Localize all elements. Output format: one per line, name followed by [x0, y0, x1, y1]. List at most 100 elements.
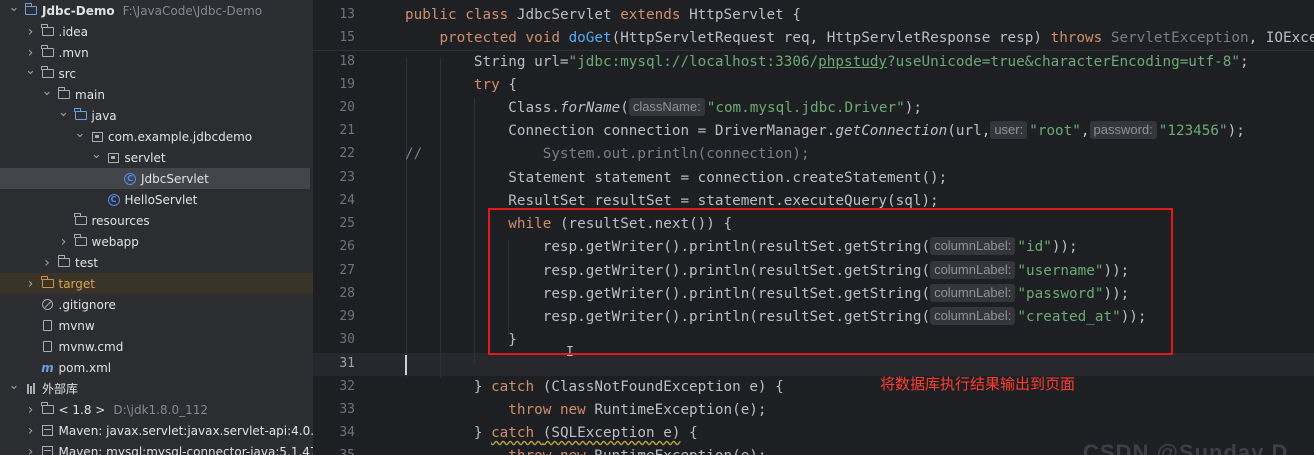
tree-item[interactable]: ›CJdbcServlet	[0, 168, 310, 189]
line-number: 31	[339, 356, 355, 371]
folder-icon	[57, 87, 71, 101]
line-number: 34	[339, 425, 355, 440]
code-line-13[interactable]: public class JdbcServlet extends HttpSer…	[405, 4, 801, 27]
tree-item-path: D:\jdk1.8.0_112	[113, 402, 208, 417]
code-line-20[interactable]: Class.forName(className: "com.mysql.jdbc.…	[405, 97, 922, 120]
line-number: 22	[339, 146, 355, 161]
parameter-hint: password:	[1089, 121, 1157, 139]
line-number: 35	[313, 448, 355, 455]
tree-item[interactable]: ⌄ Jdbc-Demo F:\JavaCode\Jdbc-Demo	[0, 0, 313, 21]
tree-item-label: com.example.jdbcdemo	[108, 129, 253, 144]
chevron-down-icon[interactable]: ⌄	[25, 63, 37, 78]
tree-item[interactable]: ›.gitignore	[0, 294, 313, 315]
chevron-right-icon[interactable]: ›	[25, 444, 37, 455]
ide-window: ⌄ Jdbc-Demo F:\JavaCode\Jdbc-Demo › .idea › .m…	[0, 0, 1314, 455]
tree-item[interactable]: › .mvn	[0, 42, 313, 63]
tree-item[interactable]: › < 1.8 > D:\jdk1.8.0_112	[0, 399, 313, 420]
tree-item-label: mvnw	[58, 318, 95, 333]
code-line-32[interactable]: } catch (ClassNotFoundException e) {	[405, 376, 784, 399]
line-number: 28	[339, 286, 355, 301]
tree-item[interactable]: ⌄ 外部库	[0, 378, 313, 399]
tree-item[interactable]: ⌄ com.example.jdbcdemo	[0, 126, 313, 147]
jar-icon	[41, 425, 55, 437]
tree-item-label: pom.xml	[58, 360, 112, 375]
code-line-15[interactable]: protected void doGet(HttpServletRequest …	[405, 27, 1314, 50]
line-number: 24	[339, 193, 355, 208]
text-caret	[405, 355, 407, 375]
tree-item[interactable]: ⌄ main	[0, 84, 313, 105]
tree-item-label: Jdbc-Demo	[42, 3, 115, 18]
tree-item[interactable]: ›mvnw	[0, 315, 313, 336]
tree-item[interactable]: ›CHelloServlet	[0, 189, 313, 210]
file-icon	[41, 320, 55, 332]
chevron-down-icon[interactable]: ⌄	[8, 378, 20, 393]
tree-item-label: webapp	[91, 234, 139, 249]
folder-icon	[41, 66, 55, 80]
chevron-down-icon[interactable]: ⌄	[41, 84, 53, 99]
jdk-folder-icon	[41, 402, 55, 416]
folder-icon	[41, 45, 55, 59]
tree-item[interactable]: ⌄ java	[0, 105, 313, 126]
tree-item[interactable]: ›resources	[0, 210, 313, 231]
tree-item-label: resources	[91, 213, 150, 228]
tree-item[interactable]: ⌄ servlet	[0, 147, 313, 168]
tree-item-label: src	[58, 66, 77, 81]
tree-item-label: .gitignore	[58, 297, 116, 312]
tree-item[interactable]: › Maven: javax.servlet:javax.servlet-api:…	[0, 420, 313, 441]
code-line-21[interactable]: Connection connection = DriverManager.ge…	[405, 120, 1245, 143]
line-number: 33	[339, 402, 355, 417]
code-line-22[interactable]: // System.out.println(connection);	[405, 143, 810, 166]
package-icon	[107, 152, 121, 164]
tree-item[interactable]: ⌄ src	[0, 63, 313, 84]
annotation-text: 将数据库执行结果输出到页面	[880, 375, 1076, 393]
chevron-right-icon[interactable]: ›	[25, 45, 37, 61]
chevron-right-icon[interactable]: ›	[25, 423, 37, 439]
tree-item-label: java	[91, 108, 117, 123]
tree-item-label: JdbcServlet	[141, 171, 209, 186]
excluded-folder-icon	[41, 276, 55, 290]
code-line-33[interactable]: throw new RuntimeException(e);	[405, 399, 766, 422]
tree-item-label: mvnw.cmd	[58, 339, 124, 354]
line-number: 26	[339, 239, 355, 254]
chevron-down-icon[interactable]: ⌄	[74, 126, 86, 141]
chevron-down-icon[interactable]: ⌄	[8, 0, 20, 15]
chevron-right-icon[interactable]: ›	[58, 234, 70, 250]
chevron-down-icon[interactable]: ⌄	[58, 105, 70, 120]
line-number: 30	[339, 332, 355, 347]
tree-item[interactable]: › test	[0, 252, 313, 273]
chevron-down-icon[interactable]: ⌄	[91, 147, 103, 162]
tree-item[interactable]: ›mpom.xml	[0, 357, 313, 378]
tree-item[interactable]: › target	[0, 273, 313, 294]
code-line-18[interactable]: String url="jdbc:mysql://localhost:3306/…	[405, 51, 1249, 74]
chevron-right-icon[interactable]: ›	[25, 402, 37, 418]
code-line-19[interactable]: try {	[405, 74, 517, 97]
jar-icon	[41, 446, 55, 455]
class-icon: C	[123, 172, 137, 185]
chevron-right-icon[interactable]: ›	[25, 276, 37, 292]
folder-icon	[74, 234, 88, 248]
tree-item-label: Maven: javax.servlet:javax.servlet-api:4…	[58, 423, 314, 438]
chevron-right-icon[interactable]: ›	[25, 24, 37, 40]
line-number: 18	[339, 54, 355, 69]
tree-item[interactable]: ›mvnw.cmd	[0, 336, 313, 357]
chevron-right-icon[interactable]: ›	[41, 255, 53, 271]
code-editor[interactable]: 13 15 18 19 20 21 22 23 24 25 26 27 28 29 30 31 32 33 34 35…	[313, 0, 1314, 455]
tree-item[interactable]: › .idea	[0, 21, 313, 42]
line-number: 25	[339, 216, 355, 231]
tree-item[interactable]: › Maven: mysql:mysql-connector-java:5.1.4…	[0, 441, 313, 455]
tree-item-path: F:\JavaCode\Jdbc-Demo	[122, 3, 263, 18]
tree-item-label: servlet	[124, 150, 166, 165]
source-folder-icon	[74, 108, 88, 122]
tree-item[interactable]: › webapp	[0, 231, 313, 252]
code-line-35[interactable]: throw new RuntimeException(e);	[405, 445, 766, 455]
tree-item-label: HelloServlet	[124, 192, 198, 207]
parameter-hint: className:	[628, 98, 705, 116]
code-line-23[interactable]: Statement statement = connection.createS…	[405, 167, 947, 190]
code-line-34[interactable]: } catch (SQLException e) {	[405, 422, 698, 445]
file-icon	[41, 341, 55, 353]
tree-item-label: test	[75, 255, 99, 270]
tree-item-label: 外部库	[42, 382, 79, 396]
line-number: 19	[339, 77, 355, 92]
line-number: 13	[339, 7, 355, 22]
tree-item-label: < 1.8 >	[58, 402, 106, 417]
